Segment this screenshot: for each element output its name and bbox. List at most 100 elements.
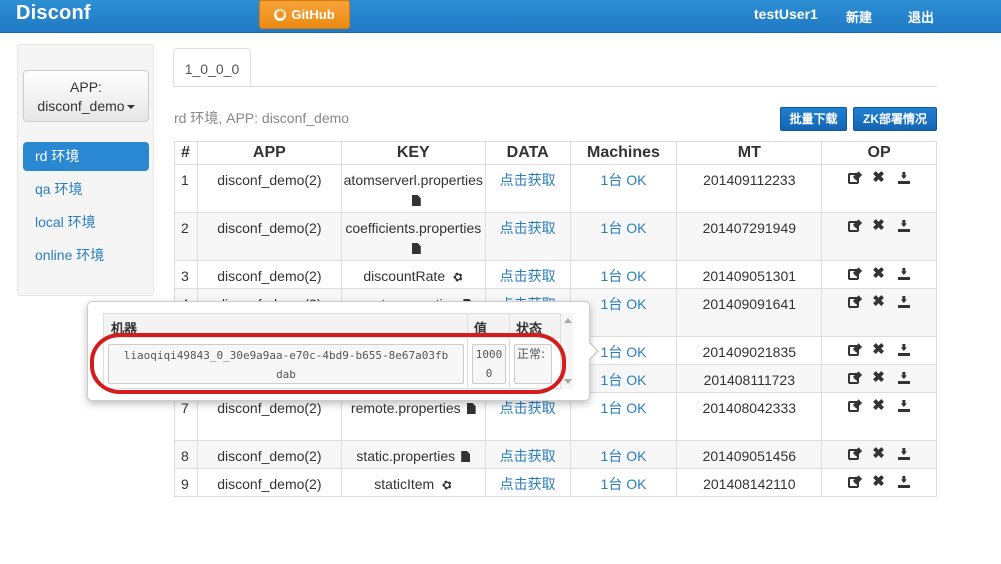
cell-machines-link[interactable]: 1台 OK <box>569 440 678 469</box>
edit-icon[interactable] <box>848 373 860 384</box>
header-key: KEY <box>340 141 486 165</box>
cell-op: ✖ <box>821 288 937 337</box>
edit-icon[interactable] <box>848 297 860 308</box>
popover-status-cell[interactable]: 正常: <box>514 344 552 384</box>
download-icon[interactable] <box>897 344 910 356</box>
delete-icon[interactable]: ✖ <box>872 294 885 310</box>
popover-column-divider <box>467 314 468 388</box>
download-icon[interactable] <box>897 172 910 184</box>
cell-machines-link[interactable]: 1台 OK <box>569 212 678 261</box>
cell-machines-link[interactable]: 1台 OK <box>569 164 678 213</box>
app-select-value: disconf_demo <box>37 98 125 114</box>
cell-key: atomserverl.properties <box>340 164 486 213</box>
cell-op: ✖ <box>821 440 937 469</box>
delete-icon[interactable]: ✖ <box>872 398 885 414</box>
current-user-link[interactable]: testUser1 <box>754 6 818 22</box>
brand-logo[interactable]: Disconf <box>16 2 91 25</box>
download-icon[interactable] <box>897 268 910 280</box>
cell-mt: 201408042333 <box>676 392 823 441</box>
edit-icon[interactable] <box>848 269 860 280</box>
delete-icon[interactable]: ✖ <box>872 446 885 462</box>
cell-app: disconf_demo(2) <box>196 212 342 261</box>
cell-data-link[interactable]: 点击获取 <box>484 468 571 497</box>
cell-key-text: static.properties <box>356 448 456 464</box>
download-icon[interactable] <box>897 448 910 460</box>
download-icon[interactable] <box>897 372 910 384</box>
popover-value-cell[interactable]: 10000 <box>472 344 506 384</box>
download-icon[interactable] <box>897 476 910 488</box>
tab-divider <box>173 86 937 87</box>
env-item-qa[interactable]: qa 环境 <box>23 175 149 204</box>
popover-scrollbar[interactable] <box>561 313 573 389</box>
table-row: 9 disconf_demo(2) staticItem ✿ 点击获取 1台 OK 2014… <box>174 468 937 497</box>
zk-status-button[interactable]: ZK部署情况 <box>853 107 937 131</box>
header-mt: MT <box>676 141 823 165</box>
tab-version[interactable]: 1_0_0_0 <box>173 48 251 87</box>
delete-icon[interactable]: ✖ <box>872 218 885 234</box>
cell-mt: 201409021835 <box>676 336 823 365</box>
edit-icon[interactable] <box>848 221 860 232</box>
edit-icon[interactable] <box>848 173 860 184</box>
download-icon[interactable] <box>897 296 910 308</box>
cell-mt: 201407291949 <box>676 212 823 261</box>
cell-key-text: atomserverl.properties <box>343 172 483 188</box>
header-op: OP <box>821 141 937 165</box>
popover-arrow-inner <box>588 342 597 360</box>
cell-mt: 201409112233 <box>676 164 823 213</box>
batch-download-button[interactable]: 批量下载 <box>780 107 847 131</box>
github-button[interactable]: ◉ GitHub <box>259 0 350 29</box>
cell-op: ✖ <box>821 468 937 497</box>
machines-popover: 机器 值 状态 liaoqiqi49843_0_30e9a9aa-e70c-4b… <box>87 301 590 401</box>
cell-machines-link[interactable]: 1台 OK <box>569 468 678 497</box>
cell-data-link[interactable]: 点击获取 <box>484 260 571 289</box>
cell-key-text: remote.properties <box>350 400 461 416</box>
env-item-local[interactable]: local 环境 <box>23 208 149 237</box>
cell-op: ✖ <box>821 212 937 261</box>
delete-icon[interactable]: ✖ <box>872 370 885 386</box>
delete-icon[interactable]: ✖ <box>872 170 885 186</box>
header-data: DATA <box>484 141 571 165</box>
sidebar: APP: disconf_demo rd 环境 qa 环境 local 环境 o… <box>17 44 154 296</box>
popover-header-status: 状态 <box>516 321 543 336</box>
edit-icon[interactable] <box>848 401 860 412</box>
popover-column-divider <box>509 314 510 388</box>
table-header-row: # APP KEY DATA Machines MT OP <box>174 141 937 165</box>
cell-key-text: coefficients.properties <box>345 220 482 236</box>
edit-icon[interactable] <box>848 449 860 460</box>
app-select-button[interactable]: APP: disconf_demo <box>23 70 149 122</box>
env-item-online[interactable]: online 环境 <box>23 241 149 270</box>
cell-machines-link[interactable]: 1台 OK <box>569 260 678 289</box>
env-item-rd[interactable]: rd 环境 <box>23 142 149 171</box>
logout-link[interactable]: 退出 <box>908 7 934 26</box>
new-link[interactable]: 新建 <box>846 7 872 26</box>
cell-data-link[interactable]: 点击获取 <box>484 164 571 213</box>
cell-data-link[interactable]: 点击获取 <box>484 440 571 469</box>
table-row: 1 disconf_demo(2) atomserverl.properties 点击… <box>174 164 937 213</box>
popover-machine-line1: liaoqiqi49843_0_30e9a9aa-e70c-4bd9-b655-… <box>123 349 449 362</box>
cell-op: ✖ <box>821 392 937 441</box>
cell-mt: 201408142110 <box>676 468 823 497</box>
delete-icon[interactable]: ✖ <box>872 474 885 490</box>
cell-app: disconf_demo(2) <box>196 164 342 213</box>
caret-down-icon <box>126 105 135 110</box>
machines-popover-table: 机器 值 状态 liaoqiqi49843_0_30e9a9aa-e70c-4b… <box>103 313 561 389</box>
download-icon[interactable] <box>897 400 910 412</box>
scroll-down-icon[interactable] <box>564 379 572 384</box>
app-select-label: APP: <box>70 79 102 95</box>
cell-num: 8 <box>174 440 198 469</box>
cell-app: disconf_demo(2) <box>196 440 342 469</box>
file-icon <box>466 403 476 414</box>
popover-machine-cell[interactable]: liaoqiqi49843_0_30e9a9aa-e70c-4bd9-b655-… <box>108 344 464 384</box>
scroll-up-icon[interactable] <box>564 318 572 323</box>
cell-data-link[interactable]: 点击获取 <box>484 212 571 261</box>
cell-num: 1 <box>174 164 198 213</box>
cell-key-text: staticItem <box>374 476 435 492</box>
edit-icon[interactable] <box>848 345 860 356</box>
header-machines: Machines <box>569 141 678 165</box>
edit-icon[interactable] <box>848 477 860 488</box>
download-icon[interactable] <box>897 220 910 232</box>
delete-icon[interactable]: ✖ <box>872 342 885 358</box>
header-num: # <box>174 141 198 165</box>
delete-icon[interactable]: ✖ <box>872 266 885 282</box>
github-button-label: GitHub <box>291 7 335 22</box>
